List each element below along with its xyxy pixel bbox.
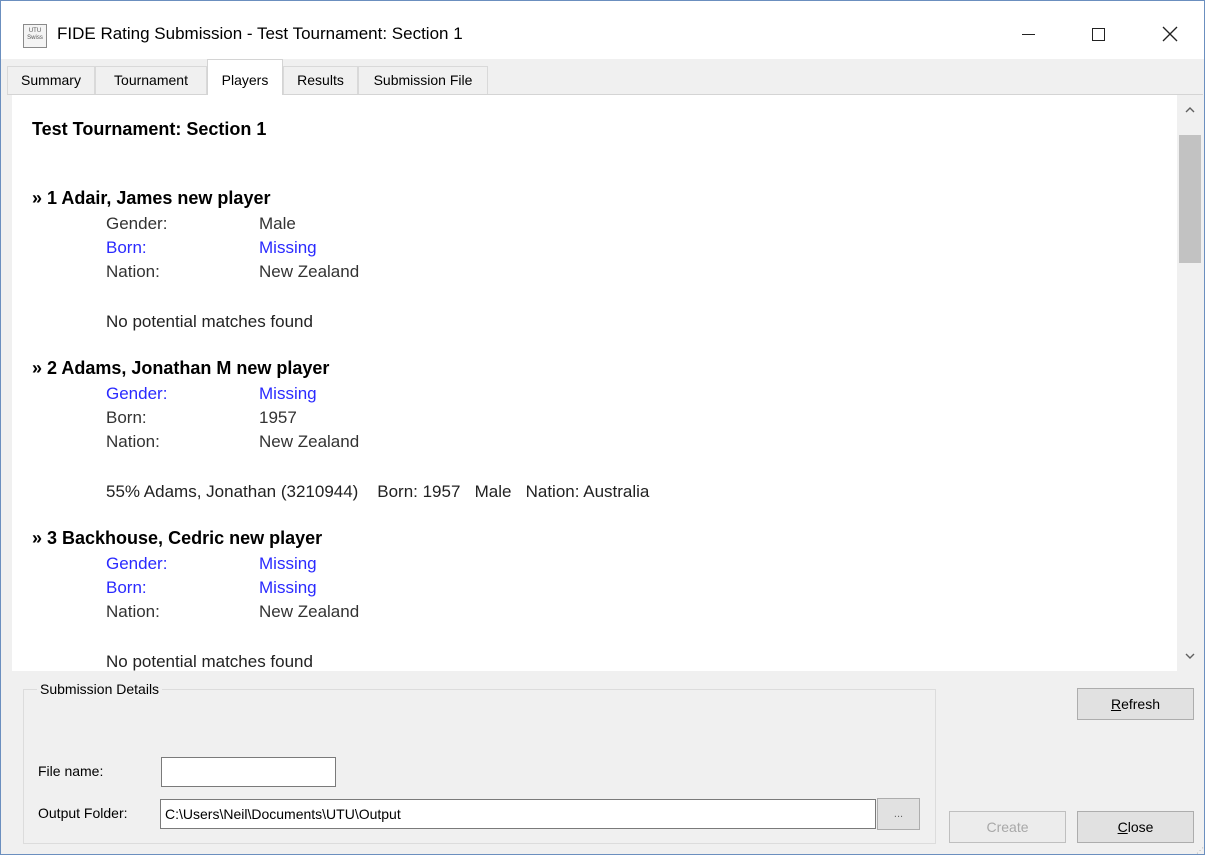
- browse-folder-button[interactable]: ...: [877, 798, 920, 830]
- gender-label: Gender:: [106, 214, 168, 233]
- tab-results[interactable]: Results: [283, 66, 358, 95]
- gender-row: Gender: Missing: [106, 384, 317, 404]
- file-name-label: File name:: [38, 763, 104, 779]
- minimize-button[interactable]: [1005, 11, 1051, 57]
- gender-value: Missing: [259, 554, 317, 573]
- born-row: Born: Missing: [106, 578, 317, 598]
- tab-players[interactable]: Players: [207, 59, 283, 95]
- player-heading[interactable]: » 1 Adair, James new player: [32, 188, 270, 209]
- tab-strip: Summary Tournament Players Results Submi…: [7, 59, 1203, 95]
- gender-value: Missing: [259, 384, 317, 403]
- gender-row: Gender: Male: [106, 214, 296, 234]
- application-window: UTU Swiss FIDE Rating Submission - Test …: [0, 0, 1205, 855]
- nation-label: Nation:: [106, 602, 160, 621]
- born-row: Born: 1957: [106, 408, 297, 428]
- close-icon: [1162, 26, 1178, 42]
- scroll-down-button[interactable]: [1177, 641, 1203, 671]
- output-folder-label: Output Folder:: [38, 805, 128, 821]
- tab-summary[interactable]: Summary: [7, 66, 95, 95]
- refresh-button[interactable]: Refresh: [1077, 688, 1194, 720]
- nation-row: Nation: New Zealand: [106, 602, 359, 622]
- gender-label: Gender:: [106, 554, 168, 573]
- submission-details-title: Submission Details: [37, 681, 163, 697]
- born-label: Born:: [106, 238, 147, 257]
- players-report-panel[interactable]: Test Tournament: Section 1 » 1 Adair, Ja…: [12, 95, 1203, 671]
- window-title: FIDE Rating Submission - Test Tournament…: [57, 24, 463, 43]
- gender-row: Gender: Missing: [106, 554, 317, 574]
- born-row: Born: Missing: [106, 238, 317, 258]
- born-label: Born:: [106, 408, 147, 427]
- nation-value: New Zealand: [259, 432, 360, 451]
- app-icon-line-2: Swiss: [27, 35, 43, 41]
- born-value: Missing: [259, 578, 317, 597]
- tab-submission-file[interactable]: Submission File: [358, 66, 488, 95]
- resize-grip[interactable]: ⋰: [1196, 846, 1204, 855]
- app-icon: UTU Swiss: [23, 24, 47, 48]
- close-accesskey: C: [1117, 819, 1128, 835]
- report-title: Test Tournament: Section 1: [32, 119, 267, 139]
- create-button[interactable]: Create: [949, 811, 1066, 843]
- gender-value: Male: [259, 214, 296, 233]
- app-icon-line-1: UTU: [28, 28, 42, 34]
- scroll-up-button[interactable]: [1177, 95, 1203, 125]
- born-value: Missing: [259, 238, 317, 257]
- file-name-input[interactable]: [161, 757, 336, 787]
- born-value: 1957: [259, 408, 297, 427]
- refresh-label: efresh: [1121, 696, 1161, 712]
- close-label: lose: [1127, 819, 1154, 835]
- player-heading[interactable]: » 3 Backhouse, Cedric new player: [32, 528, 322, 549]
- output-folder-input[interactable]: C:\Users\Neil\Documents\UTU\Output: [160, 799, 876, 829]
- nation-value: New Zealand: [259, 602, 360, 621]
- nation-label: Nation:: [106, 262, 160, 281]
- nation-label: Nation:: [106, 432, 160, 451]
- scroll-thumb[interactable]: [1179, 135, 1201, 263]
- chevron-down-icon: [1185, 653, 1195, 659]
- minimize-icon: [1021, 33, 1035, 35]
- maximize-button[interactable]: [1075, 11, 1121, 57]
- vertical-scrollbar[interactable]: [1177, 95, 1203, 671]
- match-result[interactable]: 55% Adams, Jonathan (3210944) Born: 1957…: [106, 482, 649, 502]
- close-button[interactable]: Close: [1077, 811, 1194, 843]
- chevron-up-icon: [1185, 107, 1195, 113]
- title-bar[interactable]: UTU Swiss FIDE Rating Submission - Test …: [1, 1, 1204, 59]
- nation-row: Nation: New Zealand: [106, 432, 359, 452]
- match-result: No potential matches found: [106, 312, 313, 331]
- born-label: Born:: [106, 578, 147, 597]
- player-heading[interactable]: » 2 Adams, Jonathan M new player: [32, 358, 329, 379]
- match-result: No potential matches found: [106, 652, 313, 671]
- maximize-icon: [1091, 27, 1105, 41]
- nation-value: New Zealand: [259, 262, 360, 281]
- gender-label: Gender:: [106, 384, 168, 403]
- close-window-button[interactable]: [1147, 11, 1193, 57]
- tab-tournament[interactable]: Tournament: [95, 66, 207, 95]
- refresh-accesskey: R: [1110, 696, 1122, 712]
- nation-row: Nation: New Zealand: [106, 262, 359, 282]
